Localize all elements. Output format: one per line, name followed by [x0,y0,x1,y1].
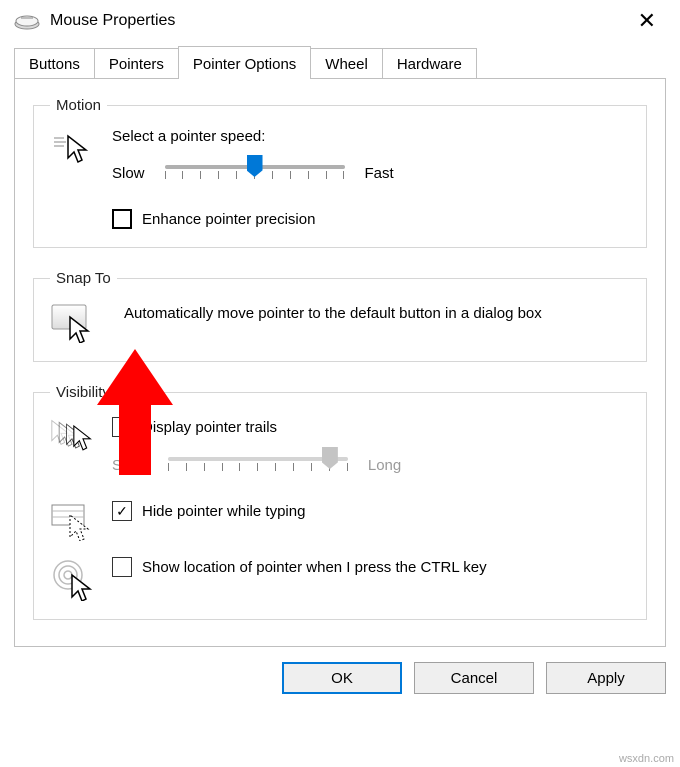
apply-button[interactable]: Apply [546,662,666,694]
group-snapto-legend: Snap To [50,270,117,287]
display-trails-label: Display pointer trails [142,419,277,436]
hide-typing-icon [50,499,94,541]
checkbox-icon [112,209,132,229]
speed-fast-label: Fast [365,165,394,182]
hide-typing-label: Hide pointer while typing [142,503,305,520]
checkbox-icon [112,557,132,577]
mouse-device-icon [14,12,40,30]
group-motion-legend: Motion [50,97,107,114]
display-trails-checkbox[interactable]: Display pointer trails [112,417,630,437]
close-button[interactable]: ✕ [628,6,666,36]
group-visibility-legend: Visibility [50,384,116,401]
tab-panel-pointer-options: Motion Select a pointer speed: Slow [14,78,666,647]
enhance-precision-label: Enhance pointer precision [142,211,315,228]
snap-to-icon [50,301,94,343]
trails-short-label: Short [112,457,148,474]
tab-pointer-options[interactable]: Pointer Options [178,46,311,79]
hide-typing-checkbox[interactable]: ✓ Hide pointer while typing [112,501,630,521]
titlebar: Mouse Properties ✕ [0,0,680,44]
checkbox-icon [112,417,132,437]
show-location-label: Show location of pointer when I press th… [142,559,487,576]
group-snap-to: Snap To Automatically move pointer to th… [33,270,647,362]
pointer-trails-icon [50,415,94,457]
tab-hardware[interactable]: Hardware [382,48,477,79]
group-visibility: Visibility Display pointer trails Short [33,384,647,620]
pointer-speed-label: Select a pointer speed: [112,128,630,145]
cancel-button[interactable]: Cancel [414,662,534,694]
group-motion: Motion Select a pointer speed: Slow [33,97,647,248]
dialog-buttons: OK Cancel Apply [14,662,666,694]
window-title: Mouse Properties [50,12,175,30]
trails-long-label: Long [368,457,401,474]
snap-to-checkbox[interactable]: Automatically move pointer to the defaul… [112,303,630,324]
trails-slider [168,451,348,479]
tab-strip: Buttons Pointers Pointer Options Wheel H… [14,48,666,79]
pointer-speed-slider[interactable] [165,159,345,187]
tab-wheel[interactable]: Wheel [310,48,383,79]
checkbox-icon: ✓ [112,501,132,521]
show-location-icon [50,555,94,601]
ok-button[interactable]: OK [282,662,402,694]
snap-to-label: Automatically move pointer to the defaul… [124,303,542,324]
speed-slow-label: Slow [112,165,145,182]
tab-buttons[interactable]: Buttons [14,48,95,79]
pointer-speed-icon [50,128,94,166]
enhance-precision-checkbox[interactable]: Enhance pointer precision [112,209,315,229]
tab-pointers[interactable]: Pointers [94,48,179,79]
watermark: wsxdn.com [619,753,674,765]
show-location-checkbox[interactable]: Show location of pointer when I press th… [112,557,630,577]
